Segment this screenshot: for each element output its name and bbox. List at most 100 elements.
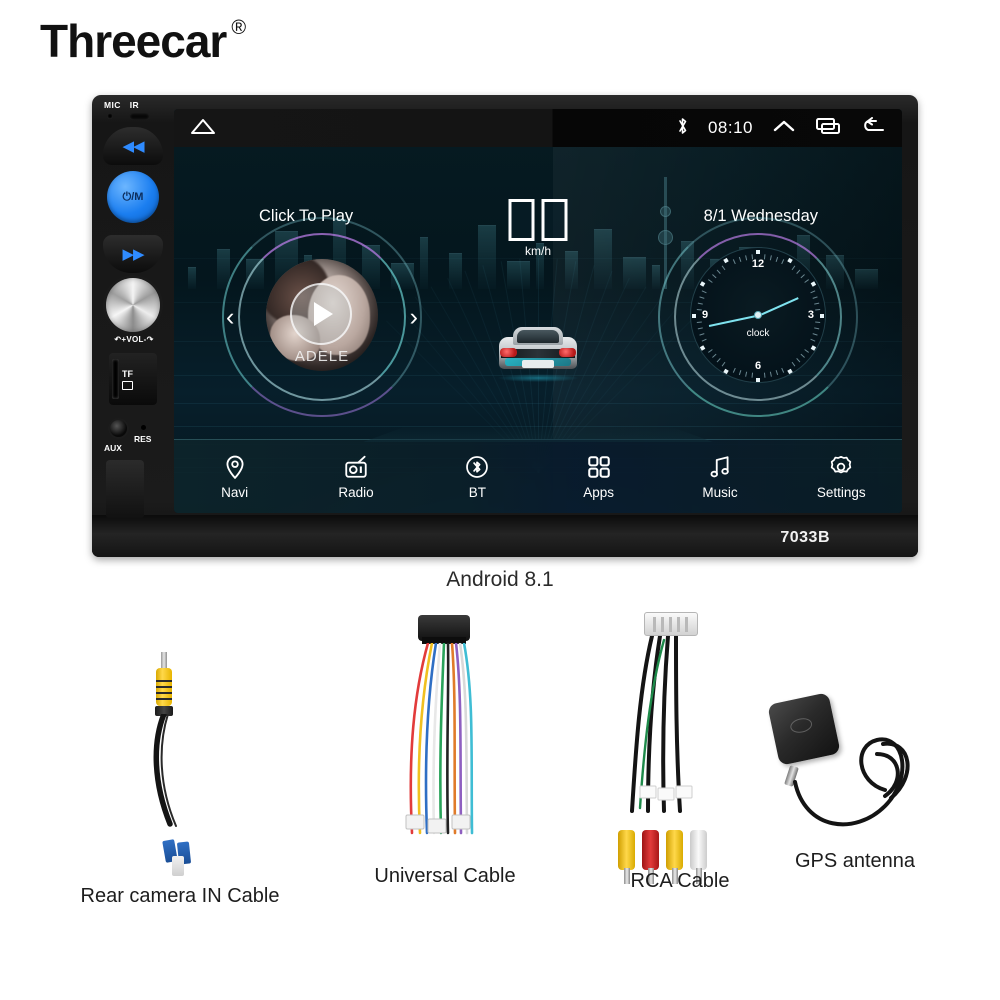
clock-minute-tick: [697, 327, 703, 330]
ir-receiver-window: [129, 113, 150, 120]
nav-label-music: Music: [702, 484, 738, 500]
microphone-hole: [107, 113, 113, 119]
mic-label: MIC: [104, 100, 121, 110]
android-status-bar: 08:10: [174, 109, 902, 147]
clock-hour-marker: [756, 250, 760, 254]
car-shadow: [497, 374, 579, 382]
speed-unit-label: km/h: [524, 244, 551, 258]
clock-numeral-6: 6: [754, 360, 762, 372]
wire-harness-bundle: [405, 643, 474, 835]
album-artist-name: ADELE: [294, 348, 350, 365]
clock-minute-tick: [814, 327, 820, 330]
tower-sphere-upper: [660, 206, 671, 217]
cable-wire: [150, 711, 256, 834]
clock-minute-tick: [814, 302, 820, 305]
speed-digit-2: [541, 199, 568, 241]
chevron-up-icon[interactable]: [772, 117, 796, 140]
clock-minute-tick: [775, 370, 779, 376]
reset-pinhole[interactable]: [141, 425, 146, 430]
clock-minute-tick: [696, 309, 702, 311]
accessory-rca-cable: RCA Cable: [610, 612, 750, 892]
clock-widget[interactable]: 12 3 6 9 clock: [658, 217, 858, 417]
clock-minute-tick: [745, 255, 748, 261]
next-track-icon: ▶▶: [122, 246, 144, 263]
registered-trademark-symbol: ®: [231, 17, 246, 39]
aux-label: AUX: [104, 443, 122, 453]
clock-minute-tick: [701, 290, 707, 294]
clock-minute-tick: [769, 371, 772, 377]
music-widget[interactable]: ADELE ‹ ›: [222, 217, 422, 417]
rca-ring-2: [156, 686, 172, 688]
clock-minute-hand: [708, 315, 759, 327]
clock-hour-marker: [723, 257, 729, 264]
clock-minute-tick: [812, 333, 818, 336]
back-icon[interactable]: [860, 116, 886, 140]
white-header-connector: [644, 612, 698, 636]
clock-hour-marker: [699, 281, 706, 287]
clock-numeral-3: 3: [807, 309, 814, 321]
power-mode-label: ⏻/M: [122, 190, 144, 203]
clock-minute-tick: [810, 290, 816, 294]
power-mode-button[interactable]: ⏻/M: [107, 171, 159, 223]
skyline-building: [507, 261, 530, 289]
skyline-building: [478, 225, 496, 289]
clock-minute-tick: [812, 296, 818, 299]
clock-hour-marker: [699, 345, 706, 351]
home-icon[interactable]: [190, 117, 216, 140]
clock-minute-tick: [800, 353, 805, 358]
music-note-icon: [707, 454, 733, 480]
physical-control-panel: MIC IR ◀◀ ⏻/M ▶▶ ↶+VOL-↷ TF AUX RES: [96, 95, 174, 557]
tf-card-slot[interactable]: TF: [109, 353, 157, 405]
rca-cable-wires: [630, 636, 693, 813]
rca-connector-red: [642, 830, 659, 884]
brand-name: Threecar: [40, 15, 227, 67]
aux-input-jack[interactable]: [110, 420, 127, 437]
reset-label: RES: [134, 434, 152, 444]
clock-minute-tick: [751, 254, 754, 260]
car-taillight-right: [559, 348, 576, 357]
previous-track-icon: ◀◀: [122, 138, 144, 155]
touchscreen-display[interactable]: 08:10 km/h Click To Play 8/1 Wednesday A…: [174, 109, 902, 513]
play-button[interactable]: [290, 283, 352, 345]
nav-item-settings[interactable]: Settings: [781, 454, 902, 500]
speedometer-widget: km/h: [508, 199, 568, 258]
clock-minute-tick: [708, 279, 713, 283]
previous-track-button[interactable]: ◀◀: [103, 127, 163, 165]
gear-icon: [828, 454, 854, 480]
clock-minute-tick: [810, 338, 816, 342]
play-icon: [314, 302, 333, 326]
radio-icon: [343, 454, 369, 480]
car-taillight-left: [500, 348, 517, 357]
nav-item-apps[interactable]: Apps: [538, 454, 659, 500]
volume-knob[interactable]: [106, 278, 160, 332]
clock-minute-tick: [781, 367, 785, 373]
clock-minute-tick: [804, 349, 809, 353]
clock-minute-tick: [763, 254, 766, 260]
accessory-rear-camera-cable: Rear camera IN Cable: [81, 650, 279, 907]
previous-track-chevron[interactable]: ‹: [226, 305, 234, 330]
analog-clock-dial: 12 3 6 9 clock: [690, 247, 826, 383]
recents-icon[interactable]: [815, 117, 841, 140]
nav-item-music[interactable]: Music: [659, 454, 780, 500]
nav-item-radio[interactable]: Radio: [295, 454, 416, 500]
mic-ir-labels: MIC IR: [104, 100, 139, 110]
nav-item-navi[interactable]: Navi: [174, 454, 295, 500]
car-stereo-head-unit: MIC IR ◀◀ ⏻/M ▶▶ ↶+VOL-↷ TF AUX RES 08:1…: [92, 95, 918, 557]
accessory-universal-cable: Universal Cable: [370, 615, 520, 887]
clock-minute-tick: [732, 367, 736, 373]
accessory-label-rear-camera: Rear camera IN Cable: [80, 885, 280, 907]
accessory-label-universal-cable: Universal Cable: [374, 865, 516, 887]
clock-minute-tick: [769, 255, 772, 261]
status-bar-time: 08:10: [707, 118, 753, 137]
nav-label-navi: Navi: [221, 484, 249, 500]
brand-logo: Threecar ®: [40, 14, 246, 68]
rca-connector-white: [690, 830, 707, 884]
accessory-label-gps-antenna: GPS antenna: [794, 850, 916, 872]
bottom-navigation-bar: Navi Radio BT Apps Music Settings: [174, 439, 902, 513]
clock-hour-marker: [756, 378, 760, 382]
nav-item-bt[interactable]: BT: [417, 454, 538, 500]
clock-numeral-12: 12: [751, 258, 765, 270]
next-track-button[interactable]: ▶▶: [103, 235, 163, 273]
rca-connector-yellow-1: [618, 830, 635, 884]
next-track-chevron[interactable]: ›: [410, 305, 418, 330]
